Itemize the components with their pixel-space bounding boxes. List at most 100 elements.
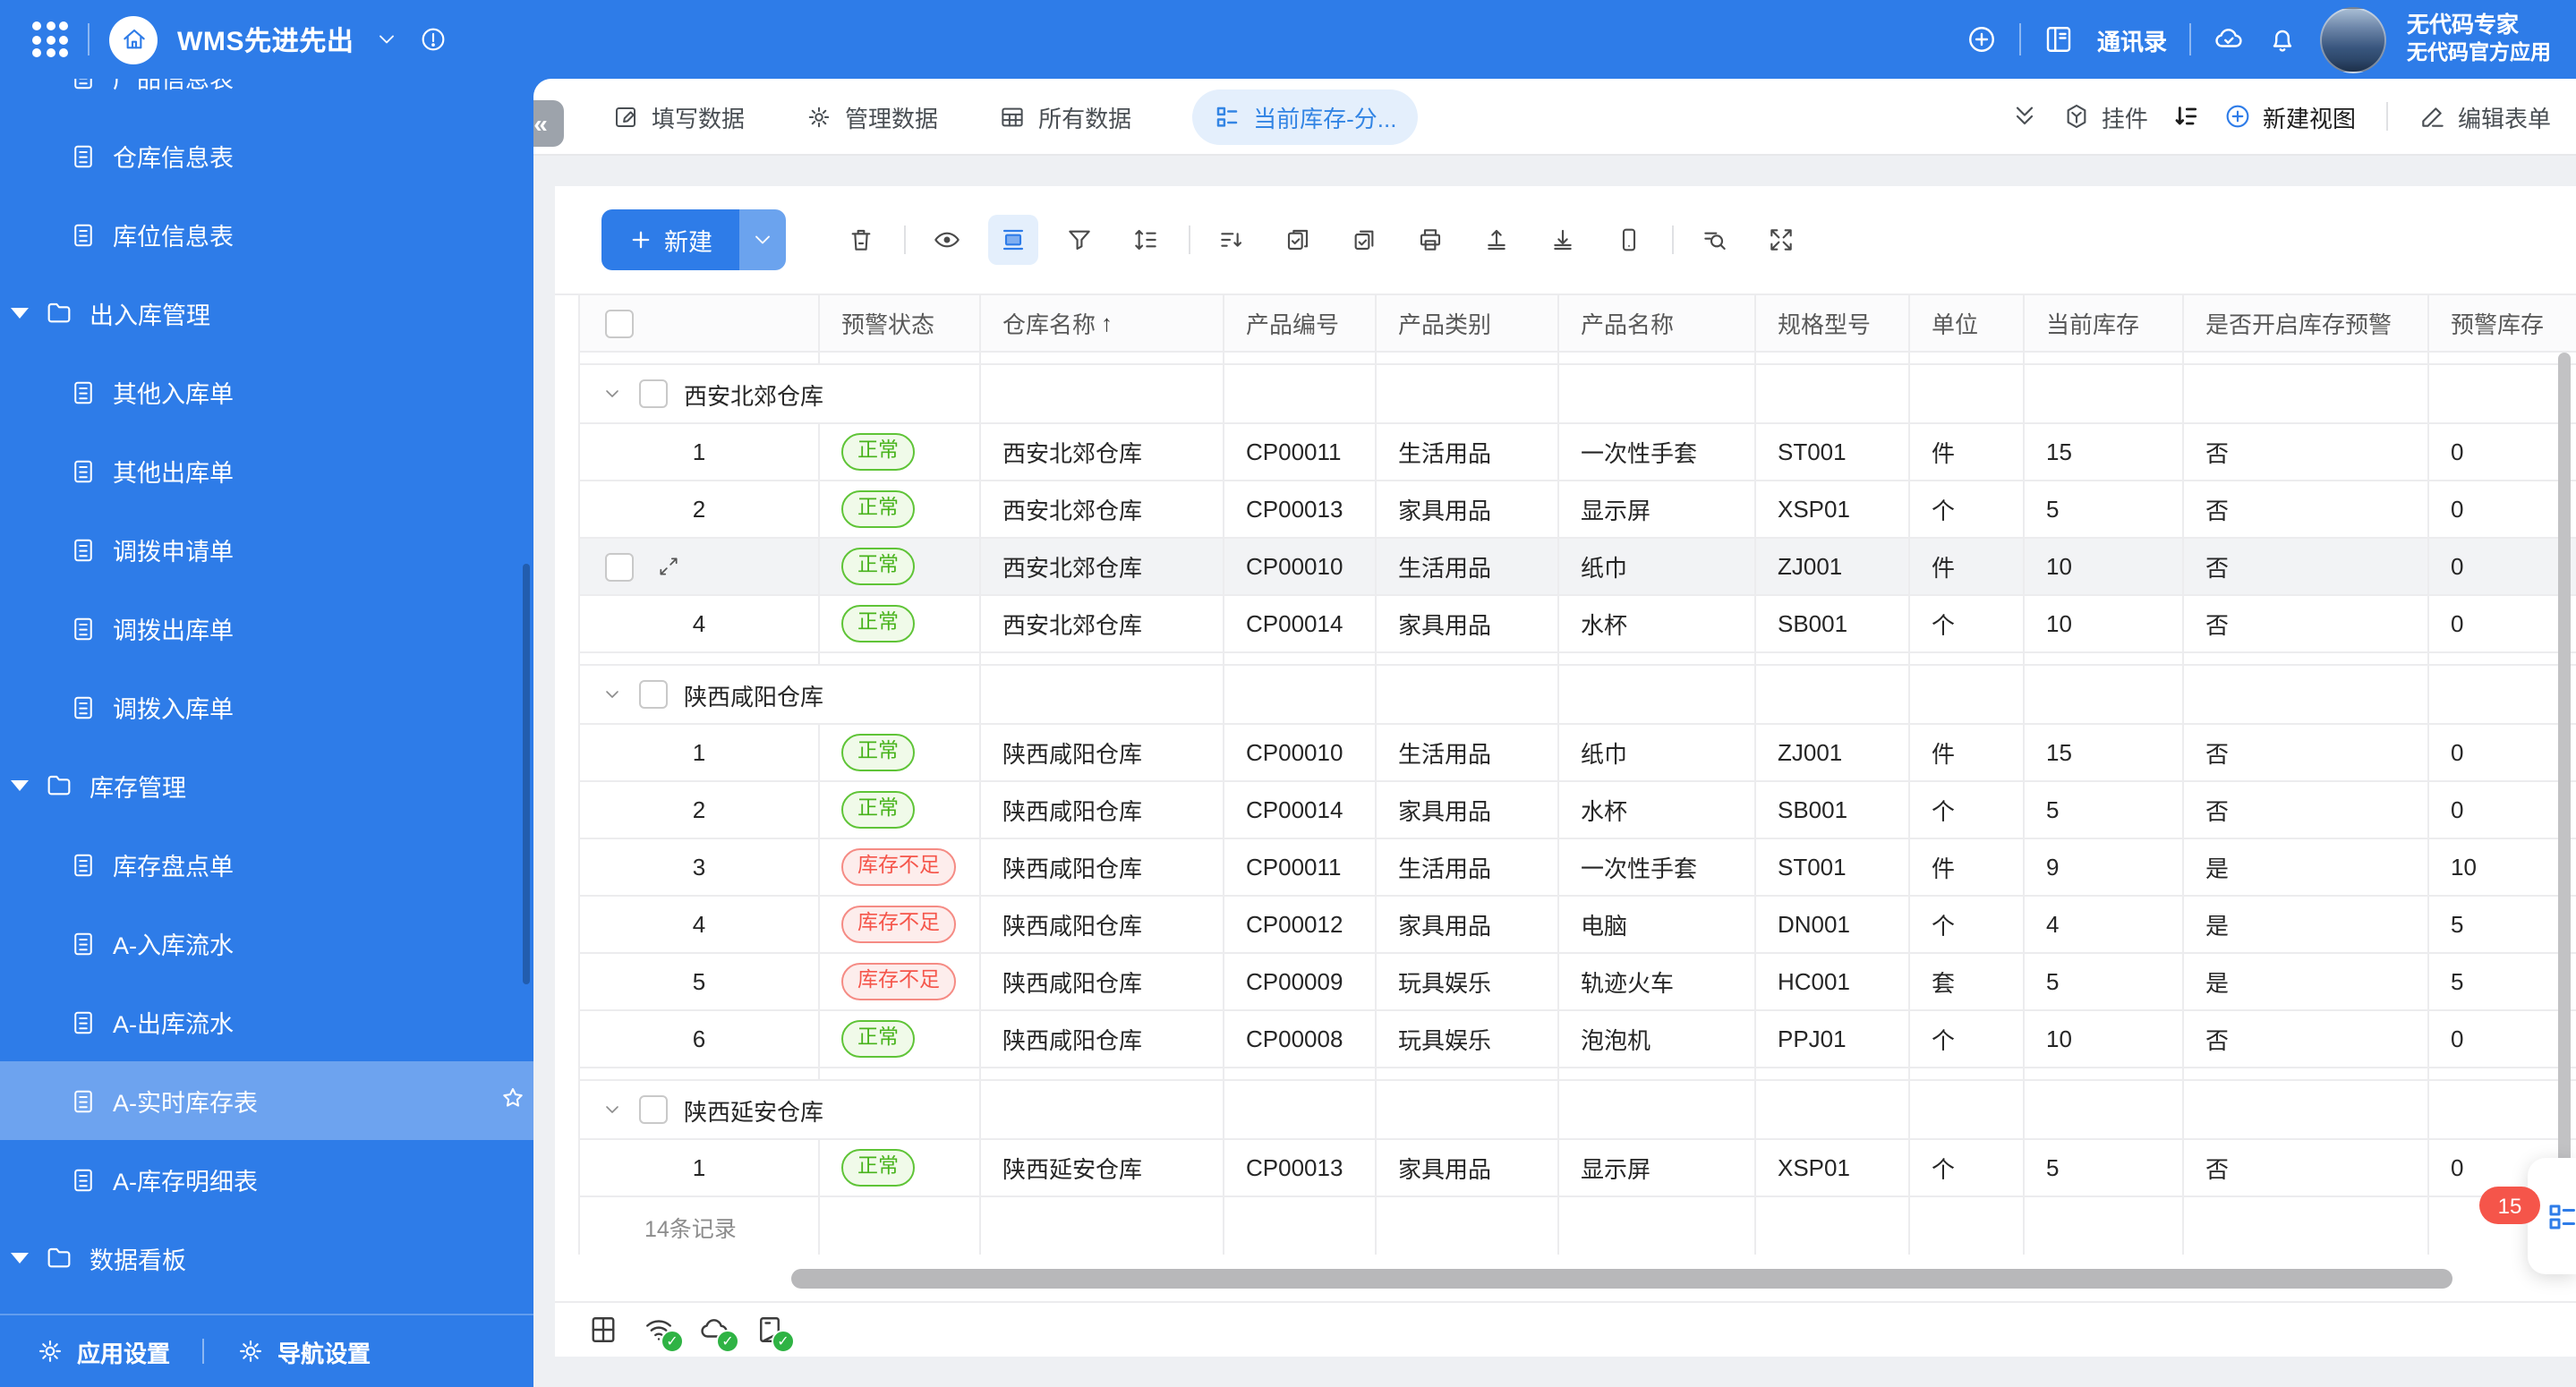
table-row[interactable]: 6 正常 陕西咸阳仓库 CP00008 玩具娱乐 泡泡机 PPJ01 个 10 否 0: [580, 1011, 2576, 1068]
tab-1[interactable]: 管理数据: [806, 99, 938, 133]
column-header-label[interactable]: 当前库存: [2046, 306, 2139, 340]
sidebar-item-10[interactable]: 库存盘点单: [0, 825, 533, 904]
tab-2[interactable]: 所有数据: [999, 99, 1131, 133]
triangle-down-icon[interactable]: [11, 780, 29, 791]
sidebar-collapse-button[interactable]: «: [533, 100, 564, 147]
cloud-sync-icon[interactable]: ✓: [698, 1314, 739, 1353]
column-header-label[interactable]: 预警库存: [2451, 306, 2544, 340]
fullscreen-icon[interactable]: [1756, 215, 1806, 265]
table-row[interactable]: 1 正常 陕西咸阳仓库 CP00010 生活用品 纸巾 ZJ001 件 15 否 0: [580, 725, 2576, 782]
sidebar-item-4[interactable]: 其他入库单: [0, 353, 533, 431]
column-header-label[interactable]: 仓库名称: [1002, 306, 1096, 340]
print-icon[interactable]: [1405, 215, 1455, 265]
grid-status-icon[interactable]: [587, 1314, 619, 1346]
sidebar-scrollbar[interactable]: [523, 564, 530, 984]
group-header-row[interactable]: 陕西延安仓库: [580, 1081, 2576, 1140]
column-header-label[interactable]: 单位: [1932, 306, 1978, 340]
duplicate-check-icon[interactable]: [1339, 215, 1389, 265]
app-settings-button[interactable]: 应用设置: [36, 1334, 170, 1368]
sidebar-item-3[interactable]: 出入库管理: [0, 274, 533, 353]
import-icon[interactable]: [1471, 215, 1522, 265]
column-header-label[interactable]: 预警状态: [841, 306, 934, 340]
nav-settings-button[interactable]: 导航设置: [236, 1334, 371, 1368]
column-header-label[interactable]: 规格型号: [1778, 306, 1871, 340]
triangle-down-icon[interactable]: [11, 308, 29, 319]
sidebar-item-9[interactable]: 库存管理: [0, 746, 533, 825]
column-header-label[interactable]: 是否开启库存预警: [2205, 306, 2392, 340]
sidebar-item-7[interactable]: 调拨出库单: [0, 589, 533, 668]
chevron-down-icon[interactable]: [374, 27, 399, 52]
filter-icon[interactable]: [1054, 215, 1105, 265]
home-icon[interactable]: [109, 15, 158, 64]
sidebar-item-8[interactable]: 调拨入库单: [0, 668, 533, 746]
column-header-label[interactable]: 产品类别: [1398, 306, 1491, 340]
triangle-down-icon[interactable]: [11, 1253, 29, 1264]
sidebar-item-13[interactable]: A-实时库存表: [0, 1061, 533, 1140]
contacts-icon[interactable]: [2043, 23, 2076, 55]
table-row[interactable]: 4 库存不足 陕西咸阳仓库 CP00012 家具用品 电脑 DN001 个 4 是 5: [580, 897, 2576, 954]
table-row[interactable]: 2 正常 西安北郊仓库 CP00013 家具用品 显示屏 XSP01 个 5 否 0: [580, 481, 2576, 539]
add-icon[interactable]: [1966, 23, 1999, 55]
sidebar-item-14[interactable]: A-库存明细表: [0, 1140, 533, 1219]
table-row[interactable]: 正常 西安北郊仓库 CP00010 生活用品 纸巾 ZJ001 件 10 否 0: [580, 539, 2576, 596]
new-view-button[interactable]: 新建视图: [2223, 99, 2356, 133]
table-row[interactable]: 2 正常 陕西咸阳仓库 CP00014 家具用品 水杯 SB001 个 5 否 0: [580, 782, 2576, 839]
favorite-star-icon[interactable]: [499, 1085, 526, 1111]
sidebar-item-11[interactable]: A-入库流水: [0, 904, 533, 983]
line-height-icon[interactable]: [1121, 215, 1171, 265]
row-height-icon[interactable]: [988, 215, 1038, 265]
select-all-checkbox[interactable]: [605, 309, 634, 337]
group-collapse-icon[interactable]: [601, 383, 623, 404]
group-collapse-icon[interactable]: [601, 1099, 623, 1120]
group-checkbox[interactable]: [639, 1095, 668, 1124]
row-checkbox[interactable]: [605, 552, 634, 581]
table-row[interactable]: 4 正常 西安北郊仓库 CP00014 家具用品 水杯 SB001 个 10 否 0: [580, 596, 2576, 653]
widget-button[interactable]: 挂件: [2062, 99, 2148, 133]
group-gap-row: [580, 1068, 2576, 1081]
edit-form-button[interactable]: 编辑表单: [2418, 99, 2551, 133]
view-sort-icon[interactable]: [2171, 102, 2200, 131]
expand-record-icon[interactable]: [657, 555, 680, 578]
table-row[interactable]: 1 正常 陕西延安仓库 CP00013 家具用品 显示屏 XSP01 个 5 否 0: [580, 1140, 2576, 1197]
group-checkbox[interactable]: [639, 379, 668, 408]
table-search-icon[interactable]: [1690, 215, 1740, 265]
sidebar-item-1[interactable]: 仓库信息表: [0, 116, 533, 195]
notification-bell-icon[interactable]: [2265, 23, 2298, 55]
vertical-scrollbar[interactable]: [2558, 353, 2571, 1208]
new-record-button[interactable]: 新建: [601, 209, 739, 270]
contacts-label[interactable]: 通讯录: [2097, 22, 2167, 56]
new-record-dropdown[interactable]: [739, 209, 786, 270]
horizontal-scrollbar[interactable]: [791, 1269, 2452, 1289]
table-row[interactable]: 1 正常 西安北郊仓库 CP00011 生活用品 一次性手套 ST001 件 15 否 0: [580, 424, 2576, 481]
user-avatar[interactable]: [2319, 6, 2385, 72]
table-row[interactable]: 3 库存不足 陕西咸阳仓库 CP00011 生活用品 一次性手套 ST001 件 9 是 10: [580, 839, 2576, 897]
sidebar-item-5[interactable]: 其他出库单: [0, 431, 533, 510]
info-icon[interactable]: [419, 25, 448, 54]
sidebar-item-2[interactable]: 库位信息表: [0, 195, 533, 274]
group-header-row[interactable]: 西安北郊仓库: [580, 365, 2576, 424]
mobile-icon[interactable]: [1604, 215, 1654, 265]
sidebar-item-12[interactable]: A-出库流水: [0, 983, 533, 1061]
more-views-icon[interactable]: [2010, 102, 2039, 131]
group-checkbox[interactable]: [639, 680, 668, 709]
visibility-icon[interactable]: [922, 215, 972, 265]
column-header-label[interactable]: 产品名称: [1581, 306, 1674, 340]
tab-0[interactable]: 填写数据: [612, 99, 745, 133]
sidebar-item-0[interactable]: 产品信息表: [0, 79, 533, 116]
cloud-check-icon[interactable]: [2212, 23, 2244, 55]
sidebar-item-6[interactable]: 调拨申请单: [0, 510, 533, 589]
group-header-row[interactable]: 陕西咸阳仓库: [580, 666, 2576, 725]
network-status-icon[interactable]: ✓: [643, 1314, 684, 1353]
app-launcher-icon[interactable]: [32, 21, 68, 57]
sidebar-item-15[interactable]: 数据看板: [0, 1219, 533, 1298]
export-icon[interactable]: [1538, 215, 1588, 265]
tab-3[interactable]: 当前库存-分...: [1192, 89, 1419, 144]
device-sync-icon[interactable]: ✓: [754, 1314, 795, 1353]
group-collapse-icon[interactable]: [601, 684, 623, 705]
sort-icon[interactable]: [1207, 215, 1257, 265]
copy-check-icon[interactable]: [1273, 215, 1323, 265]
table-row[interactable]: 5 库存不足 陕西咸阳仓库 CP00009 玩具娱乐 轨迹火车 HC001 套 5 是 5: [580, 954, 2576, 1011]
delete-icon[interactable]: [836, 215, 886, 265]
row-number: 3: [692, 854, 706, 881]
column-header-label[interactable]: 产品编号: [1246, 306, 1339, 340]
